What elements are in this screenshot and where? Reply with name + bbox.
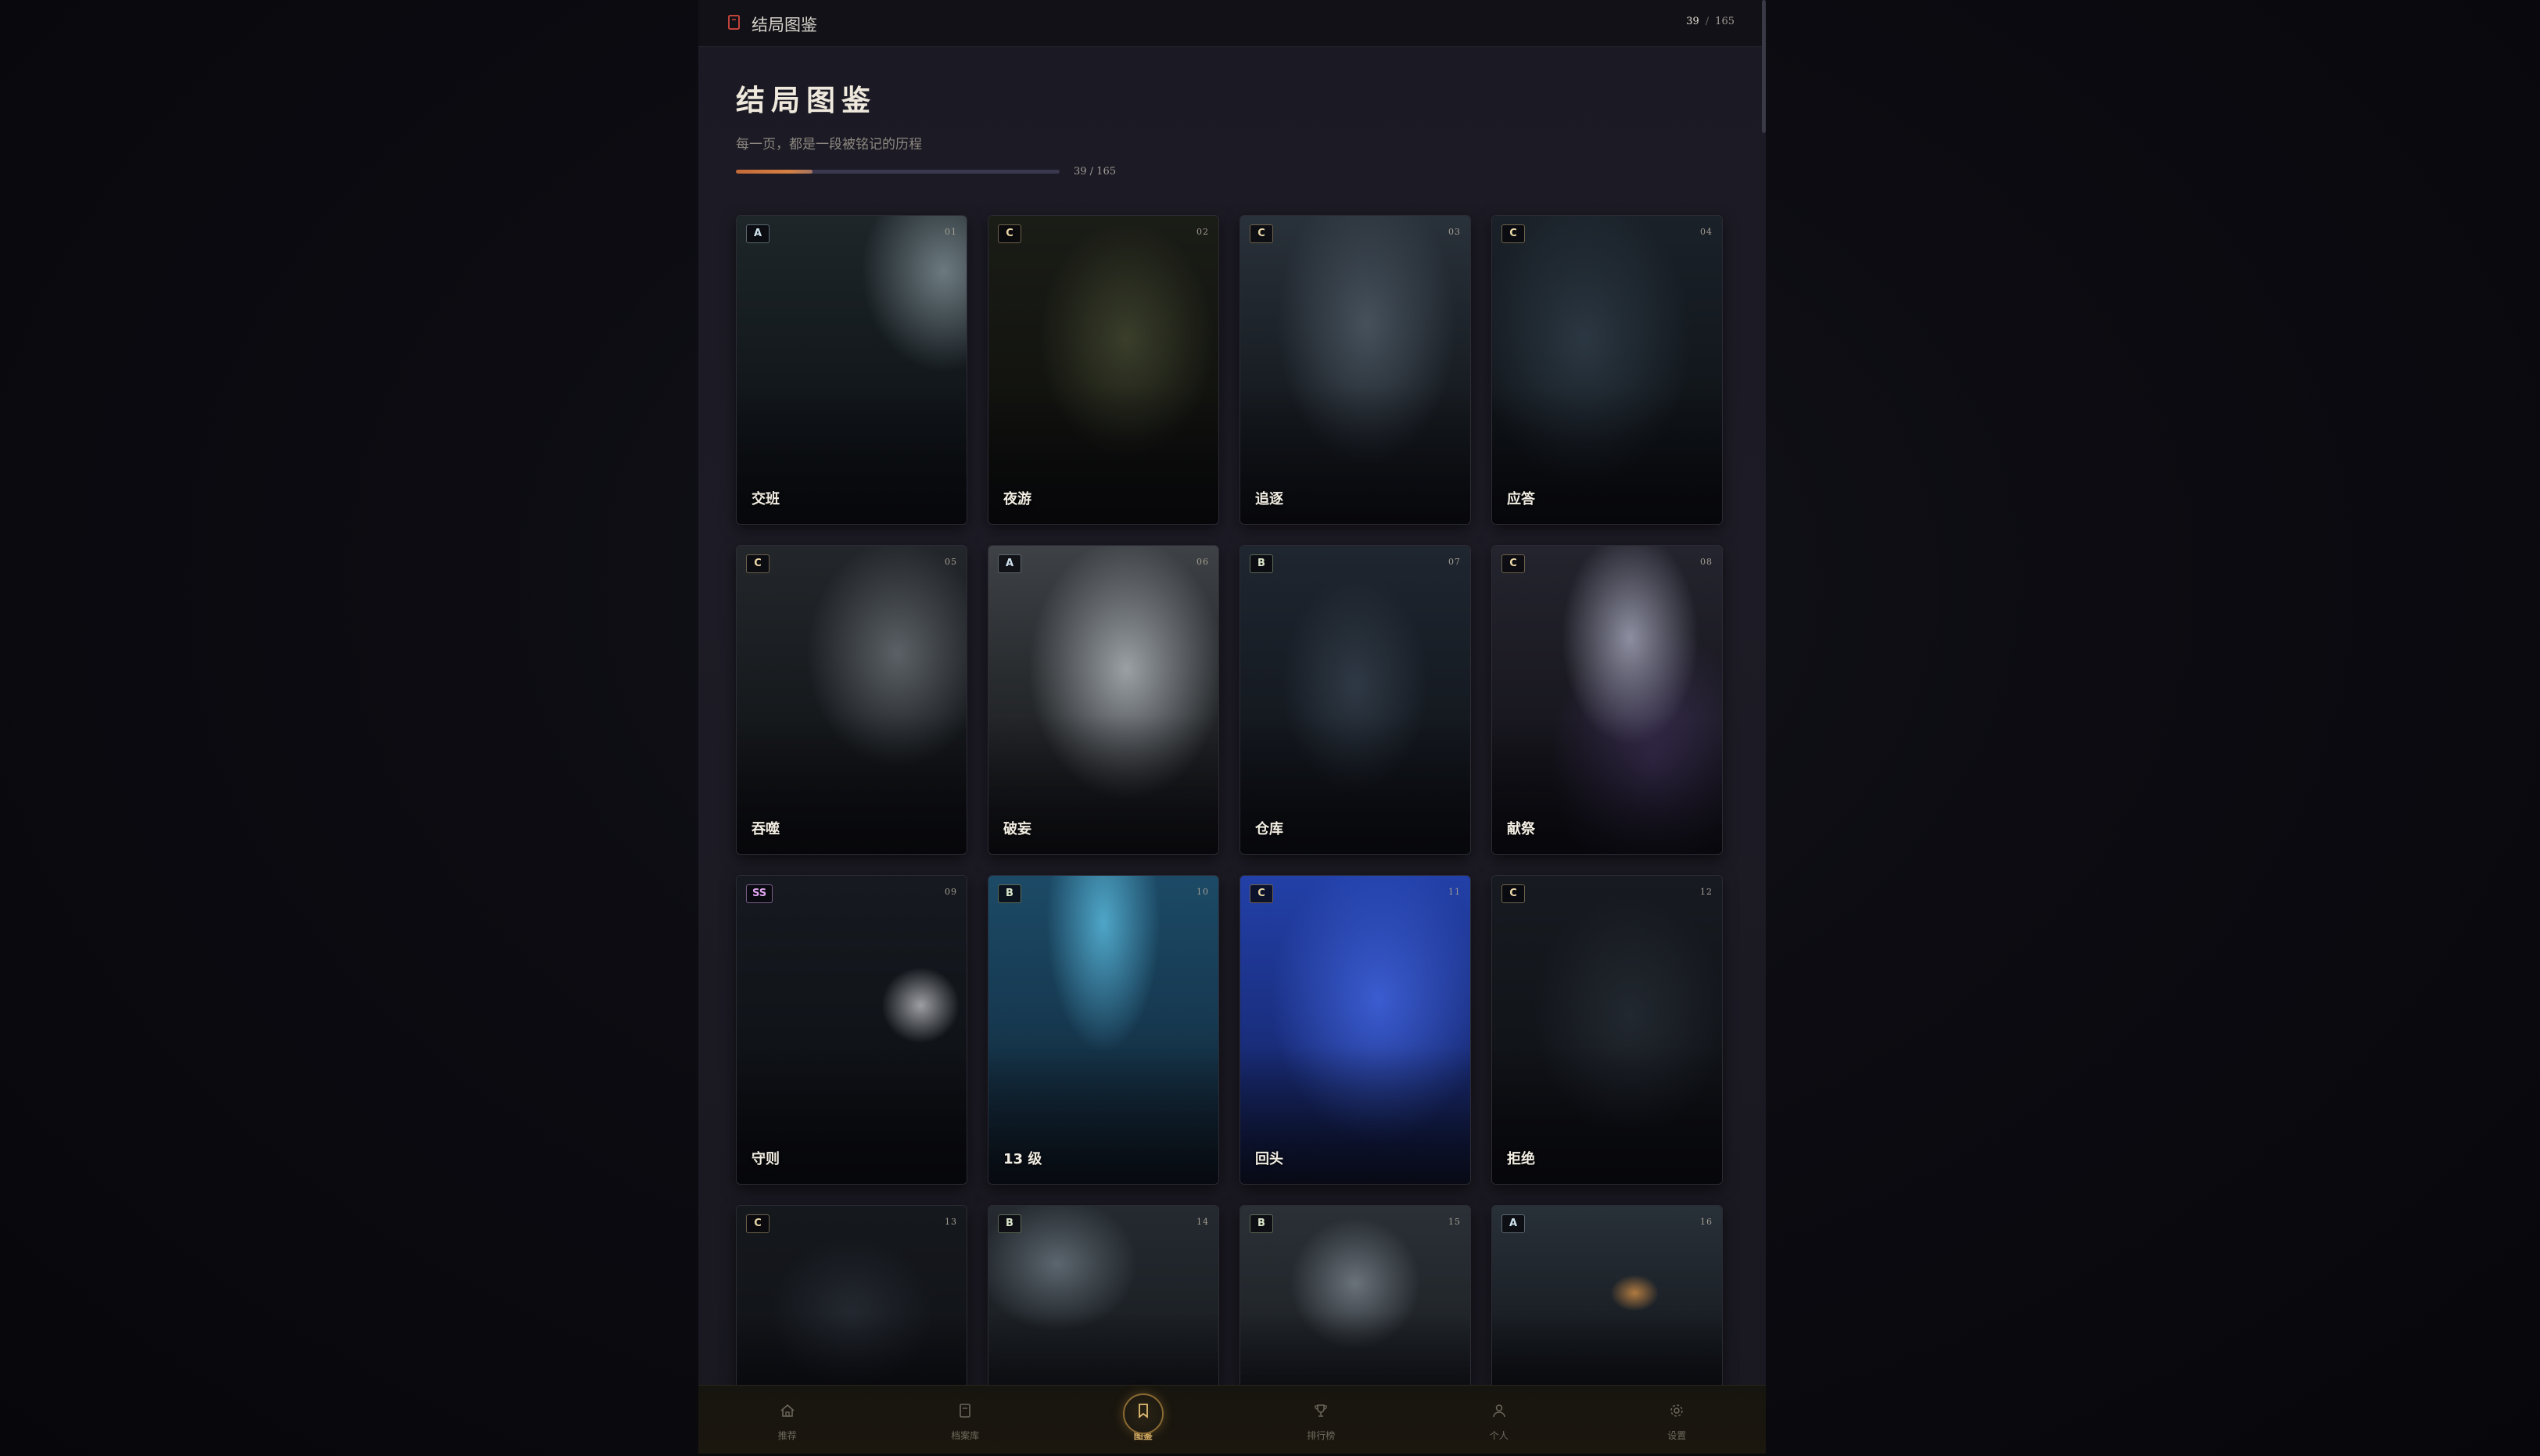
tab-home[interactable]: 推荐 — [698, 1386, 877, 1454]
card-number: 01 — [945, 227, 957, 237]
rank-badge: A — [998, 554, 1021, 573]
card-number: 10 — [1196, 887, 1209, 897]
ending-name: 献祭 — [1507, 821, 1535, 837]
rank-badge: SS — [746, 884, 773, 903]
collected-count: 39 — [1686, 16, 1699, 27]
bookmark-icon — [1138, 1404, 1148, 1418]
tab-trophy[interactable]: 排行榜 — [1232, 1386, 1411, 1454]
top-bar: 结局图鉴 39 / 165 — [698, 0, 1766, 47]
ending-name: 13 级 — [1003, 1151, 1042, 1167]
tab-bookmark[interactable]: 图鉴 — [1054, 1386, 1232, 1454]
ending-name: 破妄 — [1003, 821, 1031, 837]
ending-card[interactable]: C 02 夜游 — [988, 215, 1219, 525]
ending-name: 仓库 — [1255, 821, 1283, 837]
ending-card[interactable]: C 05 吞噬 — [736, 545, 967, 855]
card-number: 09 — [945, 887, 957, 897]
topbar-title: 结局图鉴 — [752, 16, 817, 34]
progress-fill — [736, 170, 813, 174]
total-count: 165 — [1715, 16, 1735, 27]
ending-card[interactable]: C 11 回头 — [1240, 875, 1471, 1185]
scrollbar-thumb[interactable] — [1762, 0, 1766, 133]
home-icon — [780, 1404, 795, 1417]
card-number: 04 — [1700, 227, 1713, 237]
ending-card[interactable]: B 14 — [988, 1205, 1219, 1400]
ending-name: 回头 — [1255, 1151, 1283, 1167]
ending-card[interactable]: B 07 仓库 — [1240, 545, 1471, 855]
tab-gear[interactable]: 设置 — [1588, 1386, 1767, 1454]
card-number: 06 — [1196, 557, 1209, 567]
rank-badge: C — [1250, 224, 1273, 243]
rank-badge: A — [1501, 1214, 1525, 1233]
rank-badge: B — [1250, 1214, 1273, 1233]
card-number: 05 — [945, 557, 957, 567]
rank-badge: C — [1501, 224, 1525, 243]
ending-name: 吞噬 — [752, 821, 780, 837]
page-title: 结局图鉴 — [736, 84, 877, 117]
ending-card[interactable]: C 04 应答 — [1491, 215, 1723, 525]
tab-label: 个人 — [1489, 1430, 1509, 1441]
rank-badge: B — [1250, 554, 1273, 573]
card-number: 11 — [1448, 887, 1461, 897]
ending-card[interactable]: A 06 破妄 — [988, 545, 1219, 855]
card-number: 16 — [1700, 1217, 1713, 1227]
progress-label: 39 / 165 — [1074, 166, 1116, 178]
rank-badge: B — [998, 1214, 1021, 1233]
ending-name: 守则 — [752, 1151, 780, 1167]
tab-label: 档案库 — [951, 1430, 980, 1441]
ending-name: 夜游 — [1003, 491, 1031, 507]
ending-card[interactable]: B 15 — [1240, 1205, 1471, 1400]
card-number: 12 — [1700, 887, 1713, 897]
bottom-tab-bar: 推荐 档案库 图鉴排行榜 个人 设置 — [698, 1385, 1766, 1454]
ending-card[interactable]: C 08 献祭 — [1491, 545, 1723, 855]
ending-card[interactable]: SS 09 守则 — [736, 875, 967, 1185]
tab-label: 排行榜 — [1307, 1430, 1336, 1441]
ending-card[interactable]: A 16 — [1491, 1205, 1723, 1400]
ending-name: 交班 — [752, 491, 780, 507]
card-number: 15 — [1448, 1217, 1461, 1227]
rank-badge: C — [998, 224, 1021, 243]
collection-counter: 39 / 165 — [1686, 16, 1735, 27]
ending-card[interactable]: C 12 拒绝 — [1491, 875, 1723, 1185]
rank-badge: C — [1250, 884, 1273, 903]
ending-name: 追逐 — [1255, 491, 1283, 507]
rank-badge: B — [998, 884, 1021, 903]
card-number: 07 — [1448, 557, 1461, 567]
card-number: 02 — [1196, 227, 1209, 237]
page-subtitle: 每一页，都是一段被铭记的历程 — [736, 137, 922, 152]
gear-icon — [1670, 1404, 1683, 1417]
app-window: 结局图鉴 39 / 165 结局图鉴 每一页，都是一段被铭记的历程 39 / 165… — [698, 0, 1766, 1456]
progress-track — [736, 170, 1060, 174]
tab-archive[interactable]: 档案库 — [877, 1386, 1055, 1454]
ending-card[interactable]: A 01 交班 — [736, 215, 967, 525]
card-number: 13 — [945, 1217, 957, 1227]
rank-badge: C — [1501, 884, 1525, 903]
tab-label: 推荐 — [777, 1430, 797, 1441]
ending-name: 拒绝 — [1507, 1151, 1535, 1167]
card-number: 14 — [1196, 1217, 1209, 1227]
tab-label: 设置 — [1667, 1430, 1687, 1441]
rank-badge: A — [746, 224, 770, 243]
card-number: 03 — [1448, 227, 1461, 237]
book-icon — [728, 15, 740, 30]
user-icon — [1493, 1404, 1505, 1418]
archive-icon — [960, 1404, 971, 1418]
ending-card[interactable]: C 13 — [736, 1205, 967, 1400]
tab-user[interactable]: 个人 — [1410, 1386, 1588, 1454]
trophy-icon — [1315, 1404, 1328, 1417]
ending-card[interactable]: C 03 追逐 — [1240, 215, 1471, 525]
rank-badge: C — [746, 554, 770, 573]
rank-badge: C — [1501, 554, 1525, 573]
counter-separator: / — [1705, 16, 1709, 27]
ending-name: 应答 — [1507, 491, 1535, 507]
rank-badge: C — [746, 1214, 770, 1233]
collection-progress: 39 / 165 — [736, 166, 1116, 178]
card-number: 08 — [1700, 557, 1713, 567]
page-header: 结局图鉴 每一页，都是一段被铭记的历程 — [736, 77, 922, 152]
ending-card[interactable]: B 10 13 级 — [988, 875, 1219, 1185]
